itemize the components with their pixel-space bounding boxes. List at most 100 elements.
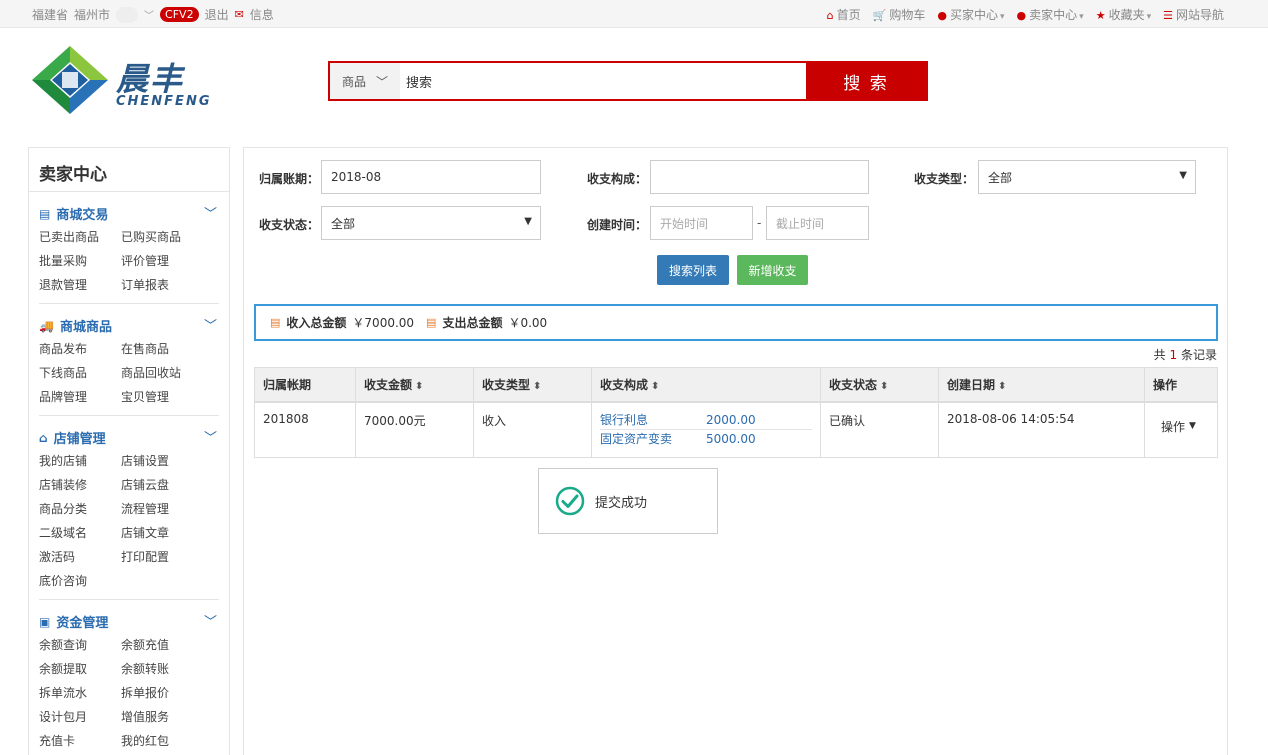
sidebar-item[interactable]: 拆单流水 bbox=[39, 685, 121, 701]
caret-down-icon: ▼ bbox=[1179, 170, 1187, 181]
type-select[interactable]: 全部 ▼ bbox=[978, 160, 1196, 194]
composition-value: 5000.00 bbox=[706, 431, 756, 446]
site-nav-link[interactable]: ☰ 网站导航 bbox=[1163, 6, 1224, 23]
sort-icon: ⬍ bbox=[533, 380, 542, 392]
sidebar-item[interactable]: 我的红包 bbox=[121, 733, 203, 749]
sidebar-group-header[interactable]: ▤ 商城交易 ﹀ bbox=[39, 204, 219, 224]
period-input[interactable]: 2018-08 bbox=[321, 160, 541, 194]
search-bar: 商品 ﹀ 搜 索 bbox=[328, 61, 928, 101]
seller-center-link[interactable]: ● 卖家中心 ▾ bbox=[1017, 6, 1084, 23]
sidebar-item[interactable]: 已购买商品 bbox=[121, 229, 203, 245]
add-entry-button[interactable]: 新增收支 bbox=[737, 255, 808, 285]
sidebar-item[interactable]: 店铺装修 bbox=[39, 477, 121, 493]
sidebar-item[interactable]: 设计包月 bbox=[39, 709, 121, 725]
expense-total-value: ￥0.00 bbox=[508, 316, 548, 330]
chevron-down-icon: ﹀ bbox=[203, 207, 217, 222]
sidebar-item[interactable]: 打印配置 bbox=[121, 549, 203, 565]
sidebar-item[interactable]: 底价咨询 bbox=[39, 573, 121, 589]
sidebar-item[interactable]: 在售商品 bbox=[121, 341, 203, 357]
sidebar-item[interactable]: 下线商品 bbox=[39, 365, 121, 381]
cart-link[interactable]: 🛒 购物车 bbox=[873, 6, 926, 23]
sidebar-item[interactable]: 批量采购 bbox=[39, 253, 121, 269]
avatar[interactable] bbox=[116, 6, 139, 23]
chevron-down-icon: ﹀ bbox=[203, 615, 217, 630]
sidebar-item[interactable]: 二级域名 bbox=[39, 525, 121, 541]
sidebar-item[interactable]: 退款管理 bbox=[39, 277, 121, 293]
search-input[interactable] bbox=[400, 63, 806, 99]
sidebar-item[interactable]: 增值服务 bbox=[121, 709, 203, 725]
cell-composition: 银行利息 2000.00 固定资产变卖 5000.00 bbox=[591, 401, 821, 458]
column-header-status[interactable]: 收支状态 ⬍ bbox=[820, 367, 939, 403]
type-select-value: 全部 bbox=[988, 170, 1013, 185]
income-total: ▤ 收入总金额 ￥7000.00 bbox=[270, 314, 414, 331]
end-time-input[interactable]: 截止时间 bbox=[766, 206, 869, 240]
composition-value: 2000.00 bbox=[706, 412, 756, 427]
composition-label: 收支构成： bbox=[587, 172, 648, 186]
seller-center-label: 卖家中心 bbox=[1029, 8, 1078, 22]
sidebar-item[interactable]: 订单报表 bbox=[121, 277, 203, 293]
search-category-select[interactable]: 商品 ﹀ bbox=[330, 63, 400, 99]
income-total-value: ￥7000.00 bbox=[352, 316, 415, 330]
column-header-created[interactable]: 创建日期 ⬍ bbox=[938, 367, 1145, 403]
user-badge[interactable]: CFV2 bbox=[160, 7, 199, 22]
search-button[interactable]: 搜 索 bbox=[806, 63, 926, 99]
record-count: 共 1 条记录 bbox=[1154, 346, 1217, 363]
column-header-amount[interactable]: 收支金额 ⬍ bbox=[355, 367, 474, 403]
type-label: 收支类型： bbox=[914, 172, 975, 186]
sidebar-item[interactable]: 商品发布 bbox=[39, 341, 121, 357]
sidebar-group-header[interactable]: 🚚 商城商品 ﹀ bbox=[39, 316, 219, 336]
sidebar-item[interactable]: 已卖出商品 bbox=[39, 229, 121, 245]
record-count-suffix: 条记录 bbox=[1180, 348, 1217, 362]
site-logo[interactable]: 晨丰 CHENFENG bbox=[30, 44, 220, 118]
sidebar-item[interactable]: 商品回收站 bbox=[121, 365, 203, 381]
mail-icon: ✉ bbox=[234, 8, 244, 21]
sidebar-group-header[interactable]: ⌂ 店铺管理 ﹀ bbox=[39, 428, 219, 448]
status-select[interactable]: 全部 ▼ bbox=[321, 206, 541, 240]
start-time-input[interactable]: 开始时间 bbox=[650, 206, 753, 240]
sidebar-item[interactable]: 充值卡 bbox=[39, 733, 121, 749]
buyer-center-link[interactable]: ● 买家中心 ▾ bbox=[937, 6, 1004, 23]
created-label: 创建时间： bbox=[587, 218, 648, 232]
city-label[interactable]: 福州市 bbox=[74, 6, 110, 23]
messages-link[interactable]: 信息 bbox=[250, 6, 274, 23]
province-label[interactable]: 福建省 bbox=[32, 6, 68, 23]
composition-item[interactable]: 银行利息 2000.00 bbox=[600, 411, 812, 430]
sidebar-item[interactable]: 店铺设置 bbox=[121, 453, 203, 469]
search-category-label: 商品 bbox=[341, 74, 366, 89]
action-label: 操作 bbox=[1161, 419, 1186, 434]
sidebar-group-header[interactable]: ▣ 资金管理 ﹀ bbox=[39, 612, 219, 632]
column-header-composition[interactable]: 收支构成 ⬍ bbox=[591, 367, 821, 403]
column-header-action: 操作 bbox=[1144, 367, 1218, 403]
chevron-down-icon[interactable]: ﹀ bbox=[144, 7, 154, 22]
chevron-down-icon: ▾ bbox=[1146, 12, 1152, 22]
sidebar-item[interactable]: 店铺云盘 bbox=[121, 477, 203, 493]
composition-input[interactable] bbox=[650, 160, 869, 194]
favorites-link[interactable]: ★ 收藏夹 ▾ bbox=[1096, 6, 1151, 23]
sidebar-item[interactable]: 店铺文章 bbox=[121, 525, 203, 541]
action-dropdown[interactable]: 操作 ▼ bbox=[1153, 412, 1209, 435]
composition-item[interactable]: 固定资产变卖 5000.00 bbox=[600, 430, 812, 448]
sidebar-item[interactable]: 余额转账 bbox=[121, 661, 203, 677]
sidebar-item[interactable]: 品牌管理 bbox=[39, 389, 121, 405]
column-header-label: 操作 bbox=[1153, 377, 1178, 392]
sort-icon: ⬍ bbox=[998, 380, 1007, 392]
table-row: 201808 7000.00元 收入 银行利息 2000.00 固定资产变卖 5… bbox=[254, 401, 1218, 458]
sidebar-item[interactable]: 我的店铺 bbox=[39, 453, 121, 469]
sidebar-item[interactable]: 余额提取 bbox=[39, 661, 121, 677]
search-list-button[interactable]: 搜索列表 bbox=[657, 255, 729, 285]
sidebar-item[interactable]: 拆单报价 bbox=[121, 685, 203, 701]
sidebar-item[interactable]: 宝贝管理 bbox=[121, 389, 203, 405]
logout-link[interactable]: 退出 bbox=[205, 6, 229, 23]
sidebar-item[interactable]: 激活码 bbox=[39, 549, 121, 565]
sidebar-item[interactable]: 评价管理 bbox=[121, 253, 203, 269]
sidebar-item[interactable]: 余额充值 bbox=[121, 637, 203, 653]
sidebar-item[interactable]: 商品分类 bbox=[39, 501, 121, 517]
site-nav-label: 网站导航 bbox=[1175, 8, 1224, 22]
home-link[interactable]: ⌂ 首页 bbox=[827, 6, 861, 23]
column-header-type[interactable]: 收支类型 ⬍ bbox=[473, 367, 592, 403]
sidebar-item[interactable]: 余额查询 bbox=[39, 637, 121, 653]
column-header-label: 创建日期 bbox=[947, 377, 996, 392]
home-icon: ⌂ bbox=[826, 9, 834, 22]
sidebar-item[interactable]: 流程管理 bbox=[121, 501, 203, 517]
sort-icon: ⬍ bbox=[415, 380, 424, 392]
